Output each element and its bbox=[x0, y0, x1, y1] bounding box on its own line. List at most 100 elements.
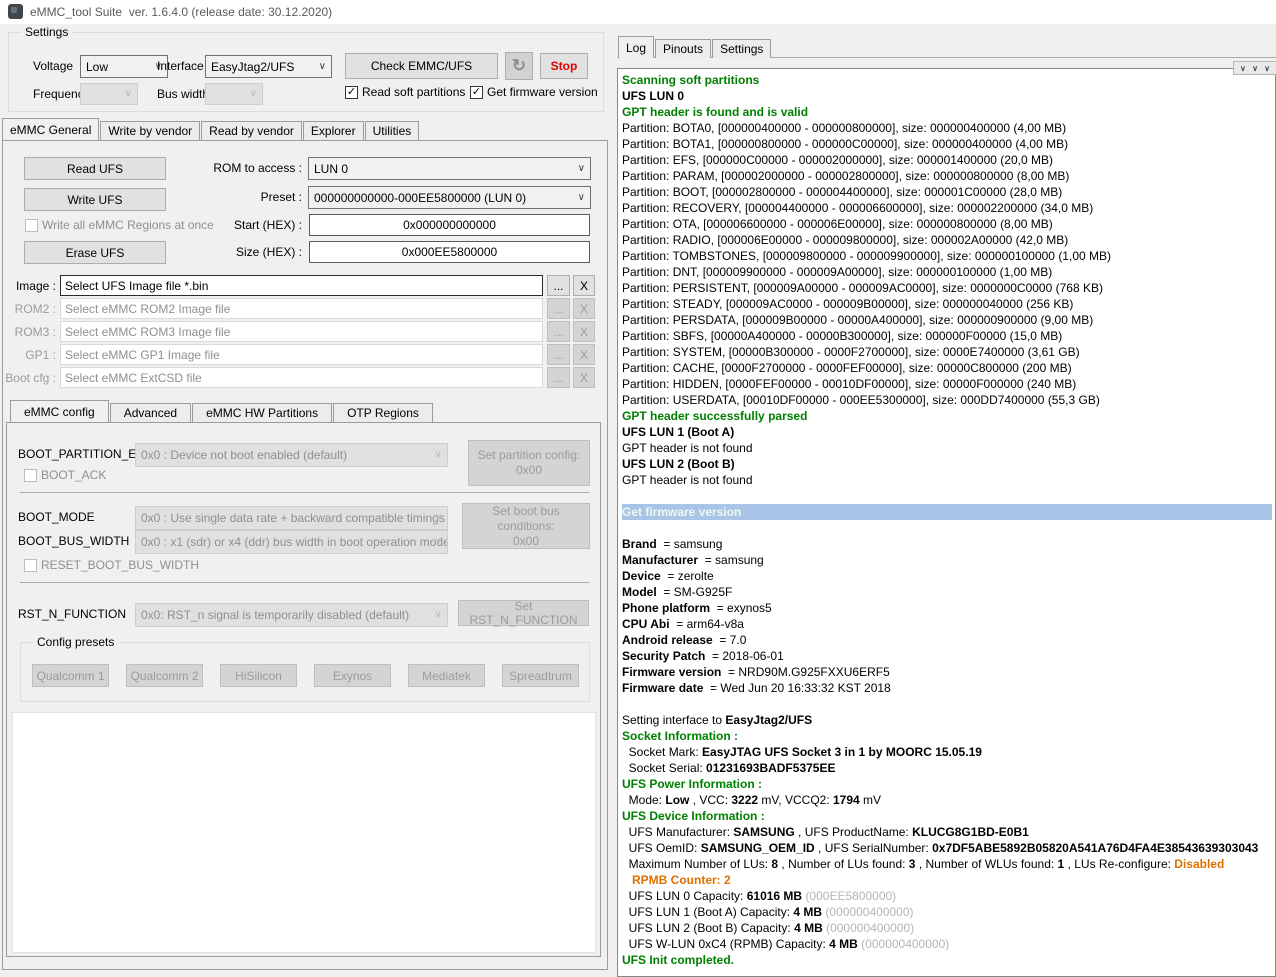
read-ufs-button-label: Read UFS bbox=[67, 162, 123, 176]
start-hex-input[interactable] bbox=[309, 214, 590, 236]
log-line: Partition: TOMBSTONES, [000009800000 - 0… bbox=[622, 248, 1275, 264]
refresh-button[interactable]: ↻ bbox=[505, 52, 533, 80]
preset-button-spreadtrum[interactable]: Spreadtrum bbox=[502, 664, 579, 687]
log-line: Partition: PARAM, [000002000000 - 000002… bbox=[622, 168, 1275, 184]
preset-button-qualcomm-2[interactable]: Qualcomm 2 bbox=[126, 664, 203, 687]
file-path-input[interactable] bbox=[60, 367, 543, 388]
size-hex-input[interactable] bbox=[309, 241, 590, 263]
clear-button[interactable]: X bbox=[573, 367, 595, 388]
tab-explorer[interactable]: Explorer bbox=[303, 121, 364, 140]
tab-emmc-hw-partitions[interactable]: eMMC HW Partitions bbox=[192, 403, 332, 422]
set-boot-bus-line1: Set boot bus conditions: bbox=[463, 504, 589, 534]
log-line: Partition: BOOT, [000002800000 - 0000044… bbox=[622, 184, 1275, 200]
log-line: GPT header is not found bbox=[622, 472, 1275, 488]
set-partition-config-line2: 0x00 bbox=[516, 463, 542, 478]
get-firmware-version-checkbox[interactable]: ✓ Get firmware version bbox=[470, 85, 598, 99]
tab-pinouts[interactable]: Pinouts bbox=[655, 39, 711, 58]
read-ufs-button[interactable]: Read UFS bbox=[24, 157, 166, 180]
bus-width-select[interactable]: ∨ bbox=[205, 83, 263, 105]
boot-ack-checkbox[interactable]: ✓ BOOT_ACK bbox=[24, 468, 106, 482]
stop-button[interactable]: Stop bbox=[540, 53, 588, 79]
clear-button[interactable]: X bbox=[573, 298, 595, 319]
file-row-label: Boot cfg : bbox=[4, 371, 56, 385]
set-partition-config-button[interactable]: Set partition config: 0x00 bbox=[468, 440, 590, 486]
boot-partition-en-value: 0x0 : Device not boot enabled (default) bbox=[141, 448, 347, 462]
main-tab-strip: eMMC GeneralWrite by vendorRead by vendo… bbox=[2, 118, 420, 140]
rom-to-access-select[interactable]: LUN 0 ∨ bbox=[308, 157, 591, 180]
check-emmc-button[interactable]: Check EMMC/UFS bbox=[345, 53, 498, 79]
preset-value: 000000000000-000EE5800000 (LUN 0) bbox=[314, 191, 526, 205]
panel-collapse-handle[interactable]: ∨ ∨ ∨ bbox=[1233, 61, 1276, 75]
config-tab-strip: eMMC configAdvancedeMMC HW PartitionsOTP… bbox=[10, 399, 434, 422]
read-soft-partitions-checkbox[interactable]: ✓ Read soft partitions bbox=[345, 85, 465, 99]
log-line: Android release = 7.0 bbox=[622, 632, 1275, 648]
chevron-down-icon: ∨ bbox=[435, 449, 442, 460]
boot-mode-select[interactable]: 0x0 : Use single data rate + backward co… bbox=[135, 506, 448, 530]
log-line: Maximum Number of LUs: 8 , Number of LUs… bbox=[622, 856, 1275, 872]
refresh-icon: ↻ bbox=[512, 59, 526, 73]
file-path-input[interactable] bbox=[60, 275, 543, 296]
chevron-down-icon: ∨ bbox=[319, 61, 326, 72]
tab-otp-regions[interactable]: OTP Regions bbox=[333, 403, 433, 422]
preset-button-hisilicon[interactable]: HiSilicon bbox=[220, 664, 297, 687]
log-output[interactable]: Scanning soft partitionsUFS LUN 0GPT hea… bbox=[617, 68, 1276, 977]
log-line: Device = zerolte bbox=[622, 568, 1275, 584]
log-line: Partition: RECOVERY, [000004400000 - 000… bbox=[622, 200, 1275, 216]
file-row-label: ROM3 : bbox=[4, 325, 56, 339]
log-line: Mode: Low , VCC: 3222 mV, VCCQ2: 1794 mV bbox=[622, 792, 1275, 808]
clear-button[interactable]: X bbox=[573, 275, 595, 296]
checkbox-empty: ✓ bbox=[24, 559, 37, 572]
voltage-select[interactable]: Low ∨ bbox=[80, 55, 168, 78]
log-line: GPT header successfully parsed bbox=[622, 408, 1275, 424]
set-rst-n-function-button[interactable]: Set RST_N_FUNCTION bbox=[458, 600, 589, 626]
tab-advanced[interactable]: Advanced bbox=[110, 403, 191, 422]
tab-log[interactable]: Log bbox=[618, 36, 654, 58]
frequence-select[interactable]: ∨ bbox=[80, 83, 138, 105]
browse-button[interactable]: ... bbox=[547, 367, 570, 388]
log-line: GPT header is not found bbox=[622, 440, 1275, 456]
reset-boot-bus-width-label: RESET_BOOT_BUS_WIDTH bbox=[41, 558, 199, 572]
log-line: UFS Device Information : bbox=[622, 808, 1275, 824]
log-line: Partition: SYSTEM, [00000B300000 - 0000F… bbox=[622, 344, 1275, 360]
tab-emmc-general[interactable]: eMMC General bbox=[2, 118, 99, 140]
boot-partition-en-select[interactable]: 0x0 : Device not boot enabled (default) … bbox=[135, 443, 448, 467]
preset-button-exynos[interactable]: Exynos bbox=[314, 664, 391, 687]
rst-n-function-select[interactable]: 0x0: RST_n signal is temporarily disable… bbox=[135, 603, 448, 627]
set-boot-bus-button[interactable]: Set boot bus conditions: 0x00 bbox=[462, 503, 590, 549]
voltage-label: Voltage bbox=[33, 59, 73, 73]
file-row-label: ROM2 : bbox=[4, 302, 56, 316]
log-line: Partition: HIDDEN, [0000FEF00000 - 00010… bbox=[622, 376, 1275, 392]
clear-button[interactable]: X bbox=[573, 344, 595, 365]
log-line: UFS OemID: SAMSUNG_OEM_ID , UFS SerialNu… bbox=[622, 840, 1275, 856]
tab-settings[interactable]: Settings bbox=[712, 39, 771, 58]
window-title: eMMC_tool Suite ver. 1.6.4.0 (release da… bbox=[30, 5, 332, 19]
browse-button[interactable]: ... bbox=[547, 344, 570, 365]
tab-read-by-vendor[interactable]: Read by vendor bbox=[201, 121, 302, 140]
erase-ufs-button[interactable]: Erase UFS bbox=[24, 241, 166, 264]
tab-write-by-vendor[interactable]: Write by vendor bbox=[100, 121, 200, 140]
log-line bbox=[622, 696, 1275, 712]
file-path-input[interactable] bbox=[60, 298, 543, 319]
tab-utilities[interactable]: Utilities bbox=[365, 121, 420, 140]
log-line: Partition: CACHE, [0000F2700000 - 0000FE… bbox=[622, 360, 1275, 376]
log-line: Partition: BOTA1, [000000800000 - 000000… bbox=[622, 136, 1275, 152]
voltage-value: Low bbox=[86, 60, 108, 74]
interface-select[interactable]: EasyJtag2/UFS ∨ bbox=[205, 55, 332, 78]
set-rst-n-function-label: Set RST_N_FUNCTION bbox=[459, 599, 588, 627]
tab-emmc-config[interactable]: eMMC config bbox=[10, 400, 109, 422]
preset-select[interactable]: 000000000000-000EE5800000 (LUN 0) ∨ bbox=[308, 186, 591, 209]
browse-button[interactable]: ... bbox=[547, 321, 570, 342]
reset-boot-bus-width-checkbox[interactable]: ✓ RESET_BOOT_BUS_WIDTH bbox=[24, 558, 199, 572]
browse-button[interactable]: ... bbox=[547, 298, 570, 319]
boot-bus-width-select[interactable]: 0x0 : x1 (sdr) or x4 (ddr) bus width in … bbox=[135, 530, 448, 554]
preset-button-qualcomm-1[interactable]: Qualcomm 1 bbox=[32, 664, 109, 687]
log-line: Socket Serial: 01231693BADF5375EE bbox=[622, 760, 1275, 776]
write-ufs-button[interactable]: Write UFS bbox=[24, 188, 166, 211]
file-path-input[interactable] bbox=[60, 344, 543, 365]
clear-button[interactable]: X bbox=[573, 321, 595, 342]
preset-button-mediatek[interactable]: Mediatek bbox=[408, 664, 485, 687]
file-path-input[interactable] bbox=[60, 321, 543, 342]
browse-button[interactable]: ... bbox=[547, 275, 570, 296]
log-line: Partition: STEADY, [000009AC0000 - 00000… bbox=[622, 296, 1275, 312]
bus-width-label: Bus width bbox=[157, 87, 209, 101]
